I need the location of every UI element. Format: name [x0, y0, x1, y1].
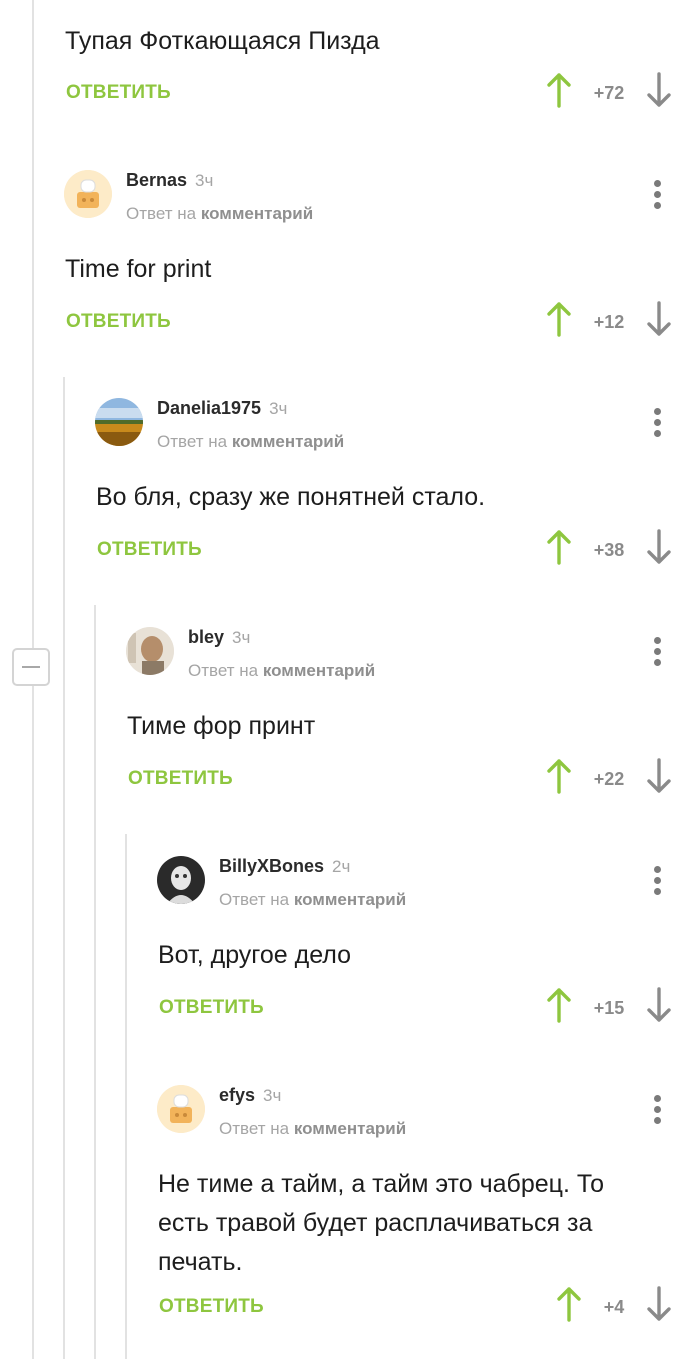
comment-text: Во бля, сразу же понятней стало. — [96, 483, 486, 511]
sunflower-field-avatar-icon — [95, 398, 143, 446]
comment-actions: ОТВЕТИТЬ +22 — [0, 758, 700, 798]
reply-to-link[interactable]: комментарий — [294, 1119, 406, 1138]
rating-value: +12 — [593, 312, 625, 332]
comment-header: Danelia1975 3ч Ответ на комментарий — [95, 398, 700, 451]
comment-text-line: есть травой будет расплачиваться за — [158, 1209, 593, 1237]
comment-text-line: Не тиме а тайм, а тайм это чабрец. То — [158, 1170, 605, 1198]
comment-time: 3ч — [232, 628, 251, 647]
rating-value: +4 — [603, 1297, 625, 1317]
avatar[interactable] — [95, 398, 143, 446]
comment-actions: ОТВЕТИТЬ +38 — [0, 529, 700, 569]
reply-to-link[interactable]: комментарий — [232, 432, 344, 451]
collapse-thread-button[interactable] — [12, 648, 50, 686]
arrow-up-icon[interactable] — [546, 529, 572, 565]
comment-header: Bernas 3ч Ответ на комментарий — [64, 170, 700, 223]
comment-actions: ОТВЕТИТЬ +12 — [0, 301, 700, 341]
avatar[interactable] — [157, 1085, 205, 1133]
reply-to-prefix: Ответ на — [188, 661, 259, 680]
avatar[interactable] — [64, 170, 112, 218]
author-name-text: efys — [219, 1085, 256, 1105]
avatar[interactable] — [126, 627, 174, 675]
rating-value: +72 — [593, 83, 625, 103]
minus-icon — [22, 666, 40, 668]
reply-to: Ответ на комментарий — [126, 204, 313, 224]
comment-header: bley 3ч Ответ на комментарий — [126, 627, 700, 680]
comment-time: 3ч — [195, 171, 214, 190]
rating-value: +22 — [593, 769, 625, 789]
arrow-down-icon[interactable] — [646, 758, 672, 794]
thread-line-level-3 — [94, 605, 96, 1359]
comment-time: 3ч — [263, 1086, 282, 1105]
author-name-text: Bernas — [126, 170, 188, 190]
reply-to-link[interactable]: комментарий — [263, 661, 375, 680]
arrow-down-icon[interactable] — [646, 529, 672, 565]
comment-header: BillyXBones 2ч Ответ на комментарий — [157, 856, 700, 909]
arrow-down-icon[interactable] — [646, 72, 672, 108]
reply-to-link[interactable]: комментарий — [294, 890, 406, 909]
comment-text-line: печать. — [158, 1248, 243, 1276]
user-photo-avatar-icon — [126, 627, 174, 675]
comment-actions: ОТВЕТИТЬ +4 — [0, 1286, 700, 1326]
arrow-up-icon[interactable] — [546, 758, 572, 794]
reply-button[interactable]: ОТВЕТИТЬ — [128, 768, 233, 790]
thread-line-level-2 — [63, 377, 65, 1359]
thread-line-level-4 — [125, 834, 127, 1359]
reply-to: Ответ на комментарий — [219, 890, 406, 910]
arrow-up-icon[interactable] — [546, 72, 572, 108]
author-name-text: bley — [188, 627, 225, 647]
reply-to-prefix: Ответ на — [219, 890, 290, 909]
reply-button[interactable]: ОТВЕТИТЬ — [97, 539, 202, 561]
arrow-down-icon[interactable] — [646, 987, 672, 1023]
comment-text: Тиме фор принт — [127, 712, 316, 740]
default-avatar-icon — [64, 170, 112, 218]
arrow-down-icon[interactable] — [646, 1286, 672, 1322]
reply-button[interactable]: ОТВЕТИТЬ — [66, 82, 171, 104]
author-name[interactable]: Bernas 3ч — [126, 170, 213, 191]
comment-text: Time for print — [65, 255, 212, 283]
comment-actions: ОТВЕТИТЬ +72 — [0, 72, 700, 112]
reply-to-prefix: Ответ на — [157, 432, 228, 451]
comment-text: Вот, другое дело — [158, 941, 352, 969]
arrow-up-icon[interactable] — [556, 1286, 582, 1322]
reply-to: Ответ на комментарий — [219, 1119, 406, 1139]
author-name[interactable]: bley 3ч — [188, 627, 250, 648]
more-vertical-icon[interactable] — [648, 406, 668, 440]
more-vertical-icon[interactable] — [648, 178, 668, 212]
comment-text: Тупая Фоткающаяся Пизда — [65, 27, 380, 55]
reply-to-link[interactable]: комментарий — [201, 204, 313, 223]
arrow-down-icon[interactable] — [646, 301, 672, 337]
comment-header: efys 3ч Ответ на комментарий — [157, 1085, 700, 1138]
author-name[interactable]: Danelia1975 3ч — [157, 398, 287, 419]
arrow-up-icon[interactable] — [546, 301, 572, 337]
reply-to: Ответ на комментарий — [157, 432, 344, 452]
reply-button[interactable]: ОТВЕТИТЬ — [159, 1296, 264, 1318]
reply-to-prefix: Ответ на — [219, 1119, 290, 1138]
author-name[interactable]: efys 3ч — [219, 1085, 281, 1106]
more-vertical-icon[interactable] — [648, 635, 668, 669]
comment-time: 3ч — [269, 399, 288, 418]
author-name-text: Danelia1975 — [157, 398, 262, 418]
user-photo-avatar-icon — [157, 856, 205, 904]
arrow-up-icon[interactable] — [546, 987, 572, 1023]
comment-time: 2ч — [332, 857, 351, 876]
comment-text: Не тиме а тайм, а тайм это чабрец. То ес… — [158, 1165, 604, 1282]
reply-button[interactable]: ОТВЕТИТЬ — [66, 311, 171, 333]
reply-button[interactable]: ОТВЕТИТЬ — [159, 997, 264, 1019]
rating-value: +15 — [593, 998, 625, 1018]
default-avatar-icon — [157, 1085, 205, 1133]
comment-actions: ОТВЕТИТЬ +15 — [0, 987, 700, 1027]
reply-to-prefix: Ответ на — [126, 204, 197, 223]
author-name[interactable]: BillyXBones 2ч — [219, 856, 350, 877]
reply-to: Ответ на комментарий — [188, 661, 375, 681]
author-name-text: BillyXBones — [219, 856, 325, 876]
more-vertical-icon[interactable] — [648, 1093, 668, 1127]
avatar[interactable] — [157, 856, 205, 904]
rating-value: +38 — [593, 540, 625, 560]
more-vertical-icon[interactable] — [648, 864, 668, 898]
